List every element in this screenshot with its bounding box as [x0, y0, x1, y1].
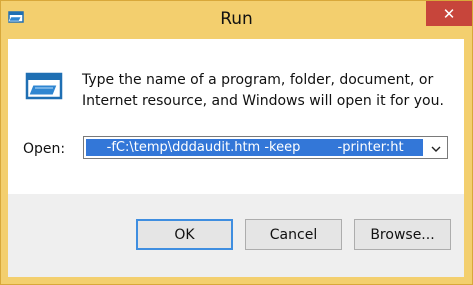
- cancel-button[interactable]: Cancel: [245, 219, 342, 250]
- close-button[interactable]: ✕: [426, 1, 472, 26]
- open-dropdown-button[interactable]: [425, 137, 447, 158]
- window-title: Run: [220, 9, 253, 29]
- close-icon: ✕: [442, 4, 456, 23]
- open-combobox[interactable]: -fC:\temp\dddaudit.htm -keep -printer:ht: [83, 136, 448, 159]
- open-input[interactable]: -fC:\temp\dddaudit.htm -keep -printer:ht: [86, 139, 423, 156]
- browse-button[interactable]: Browse...: [354, 219, 451, 250]
- title-bar[interactable]: Run ✕: [1, 1, 472, 39]
- dialog-body: Type the name of a program, folder, docu…: [8, 39, 464, 277]
- run-icon: [24, 66, 64, 106]
- chevron-down-icon: [431, 138, 441, 157]
- ok-button[interactable]: OK: [136, 219, 233, 250]
- run-dialog-window: Run ✕ Type the name of a program, folder…: [0, 0, 473, 285]
- dialog-description: Type the name of a program, folder, docu…: [82, 72, 444, 109]
- open-label: Open:: [23, 141, 66, 157]
